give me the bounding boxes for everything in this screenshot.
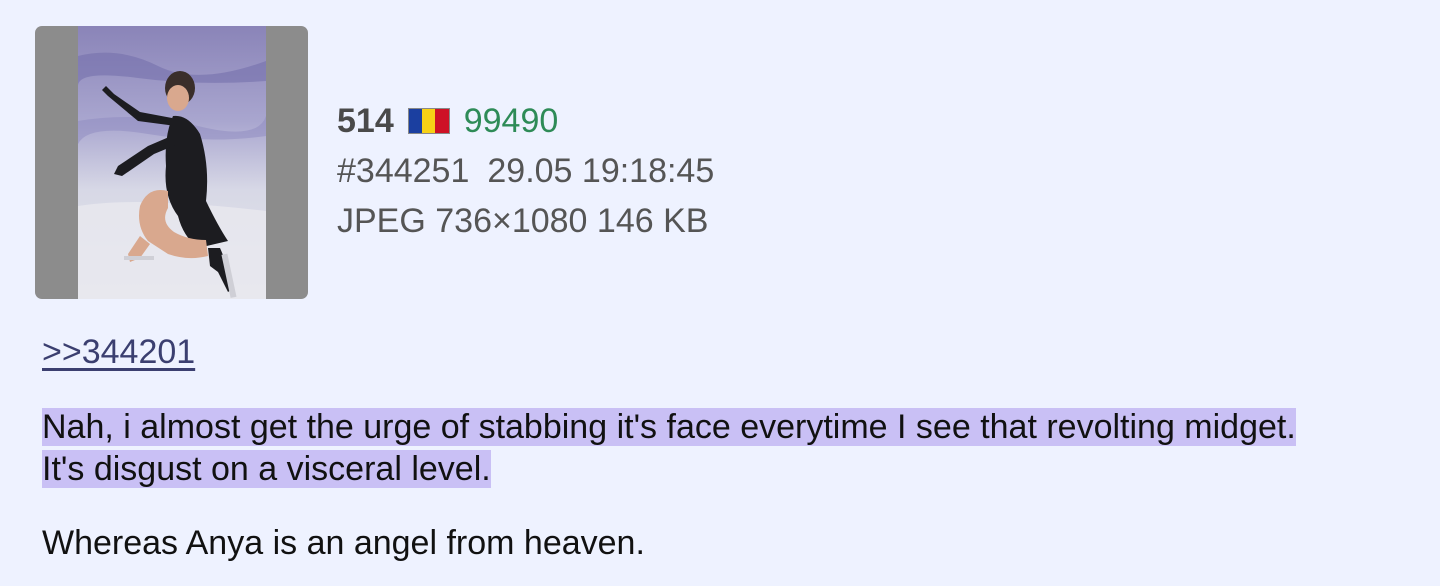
- highlighted-quote: Nah, i almost get the urge of stabbing i…: [42, 406, 1422, 490]
- post-id-line: #344251 29.05 19:18:45: [337, 146, 714, 196]
- post-timestamp: 29.05 19:18:45: [487, 152, 715, 190]
- file-info-line: JPEG 736×1080 146 KB: [337, 196, 714, 246]
- post-header: 514 99490: [337, 96, 714, 146]
- poster-id[interactable]: 99490: [464, 96, 559, 146]
- post-paragraph: Whereas Anya is an angel from heaven.: [42, 524, 645, 562]
- post: 514 99490 #344251 29.05 19:18:45 JPEG 73…: [0, 0, 1440, 586]
- post-body: Nah, i almost get the urge of stabbing i…: [42, 406, 1422, 490]
- highlighted-line-1: Nah, i almost get the urge of stabbing i…: [42, 408, 1296, 446]
- post-number[interactable]: 514: [337, 96, 394, 146]
- reply-link[interactable]: >>344201: [42, 333, 195, 372]
- highlighted-line-2: It's disgust on a visceral level.: [42, 450, 491, 488]
- post-meta: 514 99490 #344251 29.05 19:18:45 JPEG 73…: [337, 96, 714, 246]
- post-id[interactable]: #344251: [337, 146, 469, 196]
- file-info[interactable]: JPEG 736×1080 146 KB: [337, 196, 708, 246]
- figure-skater-thumbnail-icon: [78, 26, 266, 299]
- post-thumbnail[interactable]: [35, 26, 308, 299]
- romania-flag-icon: [407, 108, 450, 134]
